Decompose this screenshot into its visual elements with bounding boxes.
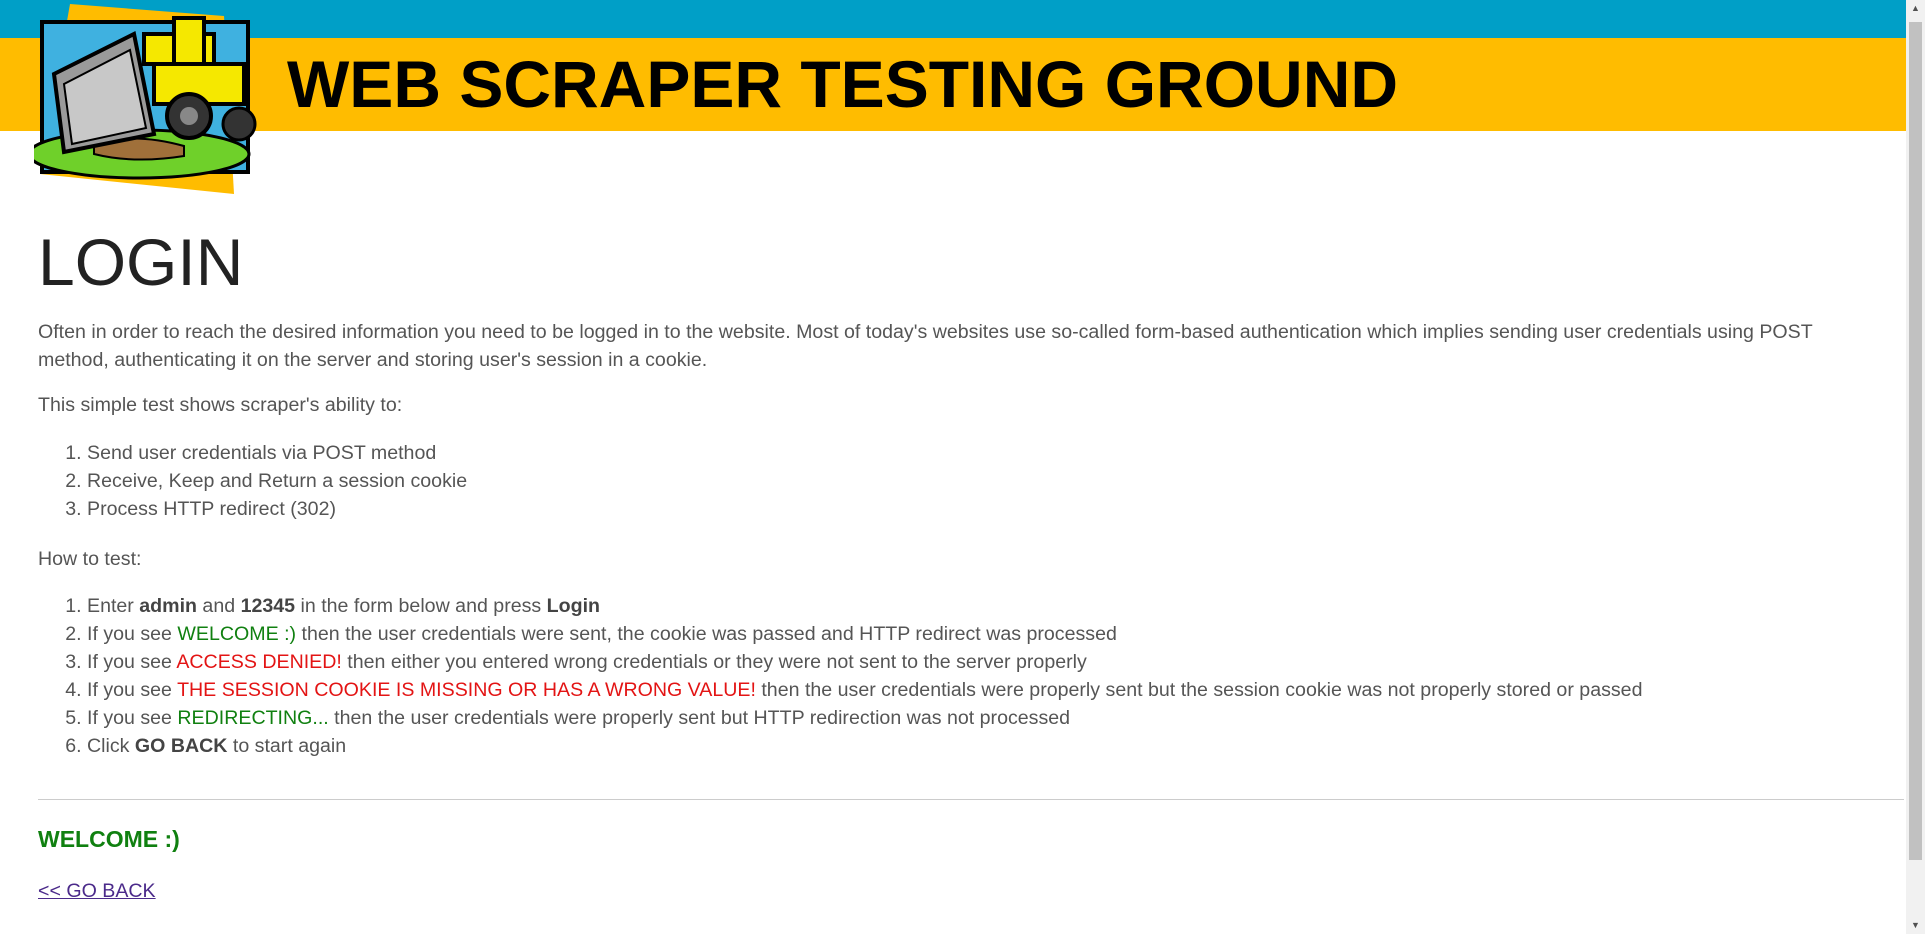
go-back-link[interactable]: << GO BACK xyxy=(38,880,156,903)
steps-list: Enter admin and 12345 in the form below … xyxy=(38,592,1887,760)
go-back-hint: GO BACK xyxy=(134,735,228,757)
divider xyxy=(38,799,1904,800)
list-item: Send user credentials via POST method xyxy=(87,439,1887,467)
bulldozer-icon xyxy=(34,4,257,194)
site-title: WEB SCRAPER TESTING GROUND xyxy=(287,47,1399,121)
vertical-scrollbar[interactable]: ▲ ▼ xyxy=(1906,0,1925,934)
scroll-down-arrow-icon[interactable]: ▼ xyxy=(1906,917,1925,934)
list-item: Process HTTP redirect (302) xyxy=(87,495,1887,523)
step-item: Enter admin and 12345 in the form below … xyxy=(87,592,1887,620)
access-denied-status-text: ACCESS DENIED! xyxy=(176,651,342,673)
list-item: Receive, Keep and Return a session cooki… xyxy=(87,467,1887,495)
cookie-missing-status-text: THE SESSION COOKIE IS MISSING OR HAS A W… xyxy=(177,679,756,701)
scrollbar-thumb[interactable] xyxy=(1909,22,1922,860)
page-title: LOGIN xyxy=(38,225,244,299)
step-item: Click GO BACK to start again xyxy=(87,732,1887,760)
ability-list: Send user credentials via POST method Re… xyxy=(38,439,1887,523)
step-item: If you see WELCOME :) then the user cred… xyxy=(87,620,1887,648)
intro-paragraph: Often in order to reach the desired info… xyxy=(38,321,1813,371)
login-hint: Login xyxy=(546,595,600,617)
scroll-up-arrow-icon[interactable]: ▲ xyxy=(1906,0,1925,17)
step-item: If you see THE SESSION COOKIE IS MISSING… xyxy=(87,676,1887,704)
ability-heading: This simple test shows scraper's ability… xyxy=(38,394,403,416)
step-item: If you see ACCESS DENIED! then either yo… xyxy=(87,648,1887,676)
header-top-bar xyxy=(0,0,1906,38)
step-item: If you see REDIRECTING... then the user … xyxy=(87,704,1887,732)
result-message: WELCOME :) xyxy=(38,826,180,852)
welcome-status-text: WELCOME :) xyxy=(177,623,297,645)
password-hint: 12345 xyxy=(240,595,296,617)
username-hint: admin xyxy=(139,595,197,617)
redirecting-status-text: REDIRECTING... xyxy=(177,707,329,729)
howto-heading: How to test: xyxy=(38,548,142,570)
